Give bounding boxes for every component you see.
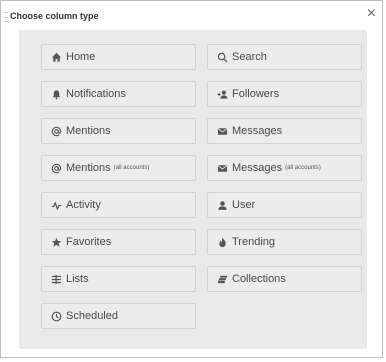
search-column-button[interactable]: Search <box>207 44 362 70</box>
button-label: Home <box>66 51 96 63</box>
notifications-column-button[interactable]: Notifications <box>41 81 196 107</box>
button-label: Mentions <box>66 125 111 137</box>
button-label: User <box>232 199 256 211</box>
trending-column-button[interactable]: Trending <box>207 229 362 255</box>
messages-all-accounts-column-button[interactable]: Messages (all accounts) <box>207 155 362 181</box>
scheduled-column-button[interactable]: Scheduled <box>41 303 196 329</box>
search-icon <box>216 51 228 63</box>
mentions-all-accounts-column-button[interactable]: Mentions (all accounts) <box>41 155 196 181</box>
favorites-column-button[interactable]: Favorites <box>41 229 196 255</box>
envelope-icon <box>216 125 228 137</box>
bell-icon <box>50 88 62 100</box>
button-label: Notifications <box>66 88 126 100</box>
button-sublabel: (all accounts) <box>113 165 150 171</box>
clock-icon <box>50 310 62 322</box>
button-label: Activity <box>66 199 101 211</box>
activity-icon <box>50 199 62 211</box>
envelope-icon <box>216 162 228 174</box>
button-label: Collections <box>232 273 286 285</box>
button-label: Mentions <box>66 162 111 174</box>
button-label: Search <box>232 51 267 63</box>
mentions-column-button[interactable]: Mentions <box>41 118 196 144</box>
at-icon <box>50 125 62 137</box>
collections-icon <box>216 273 228 285</box>
user-column-button[interactable]: User <box>207 192 362 218</box>
button-sublabel: (all accounts) <box>285 165 321 171</box>
user-icon <box>216 199 228 211</box>
close-icon[interactable]: × <box>367 6 376 22</box>
add-user-icon <box>216 88 228 100</box>
button-label: Trending <box>232 236 276 248</box>
home-column-button[interactable]: Home <box>41 44 196 70</box>
button-label: Scheduled <box>66 310 118 322</box>
button-label: Favorites <box>66 236 112 248</box>
star-icon <box>50 236 62 248</box>
lists-column-button[interactable]: Lists <box>41 266 196 292</box>
messages-column-button[interactable]: Messages <box>207 118 362 144</box>
home-icon <box>50 51 62 63</box>
button-label: Lists <box>66 273 89 285</box>
choose-column-dialog: Choose column type × Home Search Notific… <box>0 0 383 358</box>
drag-handle-icon[interactable] <box>4 12 8 22</box>
list-icon <box>50 273 62 285</box>
followers-column-button[interactable]: Followers <box>207 81 362 107</box>
dialog-header: Choose column type × <box>1 1 382 31</box>
button-label: Messages <box>232 162 283 174</box>
column-type-grid: Home Search Notifications Followers Ment… <box>41 44 362 329</box>
collections-column-button[interactable]: Collections <box>207 266 362 292</box>
activity-column-button[interactable]: Activity <box>41 192 196 218</box>
column-type-panel: Home Search Notifications Followers Ment… <box>19 30 367 349</box>
fire-icon <box>216 236 228 248</box>
dialog-title: Choose column type <box>10 11 99 21</box>
at-icon <box>50 162 62 174</box>
button-label: Followers <box>232 88 280 100</box>
button-label: Messages <box>232 125 283 137</box>
